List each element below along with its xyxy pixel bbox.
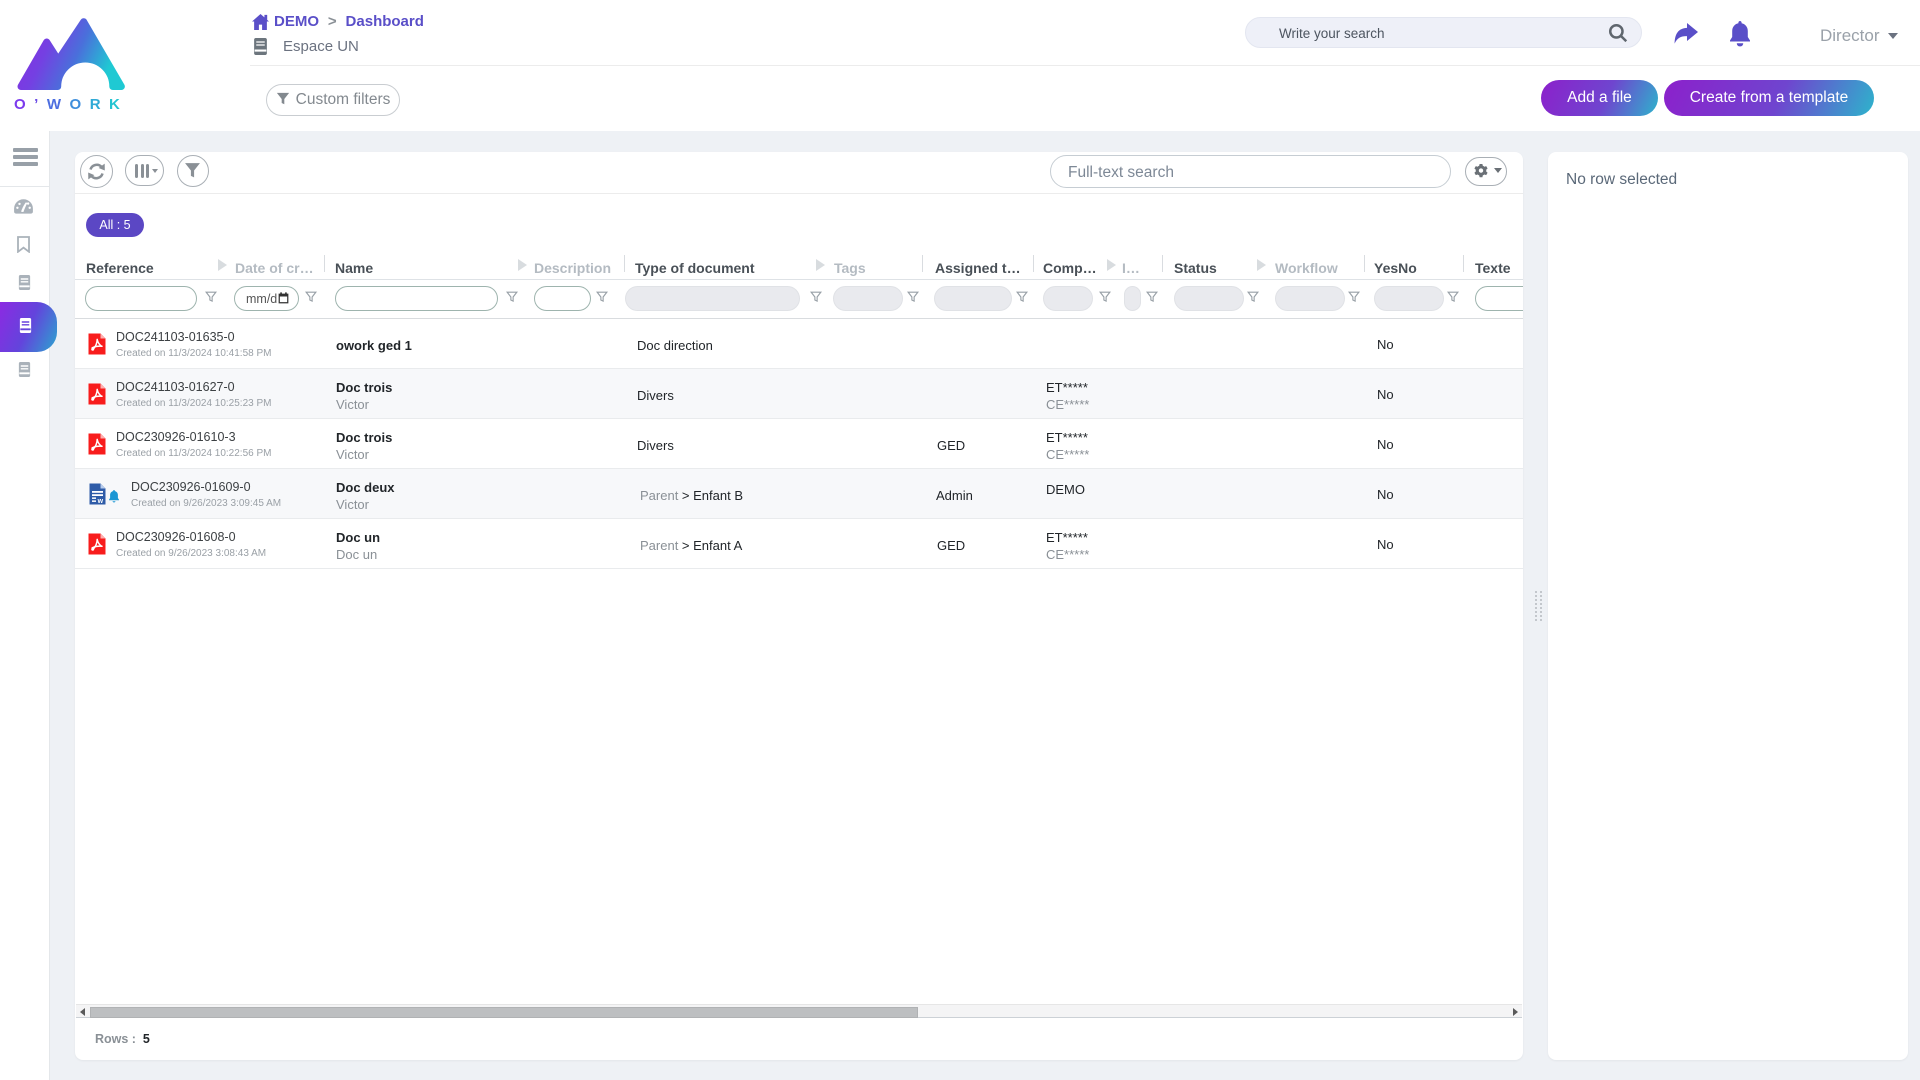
svg-text:w: w bbox=[97, 498, 104, 505]
